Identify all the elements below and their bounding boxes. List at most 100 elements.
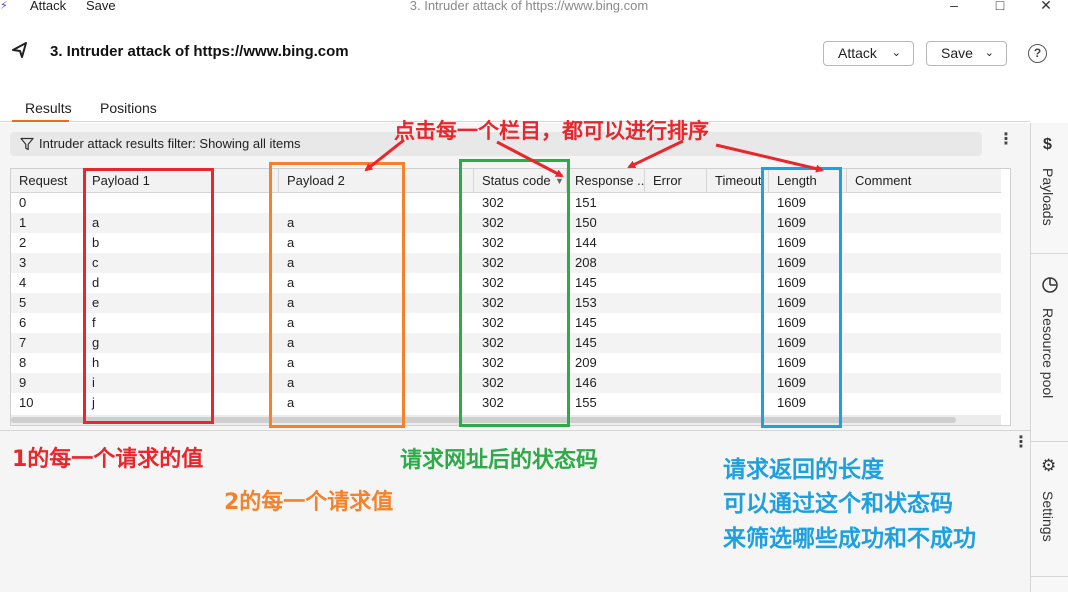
side-panel: $ Payloads Resource pool ⚙ Settings xyxy=(1030,123,1068,592)
cell-length: 1609 xyxy=(777,235,806,250)
cell-response: 209 xyxy=(575,355,597,370)
cell-payload2: a xyxy=(287,215,295,230)
column-header-payload1[interactable]: Payload 1 xyxy=(84,169,279,193)
cell-payload1: j xyxy=(92,395,95,410)
dollar-icon: $ xyxy=(1043,136,1052,153)
cell-comment xyxy=(847,253,855,273)
column-header-comment[interactable]: Comment xyxy=(847,169,1001,193)
tab-positions[interactable]: Positions xyxy=(100,100,157,116)
cell-payload1: h xyxy=(92,355,100,370)
window-title: 3. Intruder attack of https://www.bing.c… xyxy=(409,0,649,13)
cell-payload1: a xyxy=(92,215,100,230)
cell-payload1 xyxy=(84,193,92,213)
cell-error xyxy=(645,253,653,273)
cell-error xyxy=(645,333,653,353)
cell-status-code: 302 xyxy=(482,375,504,390)
payload2-annotation: 2的每一个请求值 xyxy=(224,490,394,515)
length-annotation-line3: 来筛选哪些成功和不成功 xyxy=(723,526,976,552)
cell-request: 2 xyxy=(19,235,27,250)
minimize-icon[interactable]: – xyxy=(944,0,964,13)
cell-status-code: 302 xyxy=(482,395,504,410)
help-icon[interactable]: ? xyxy=(1028,44,1047,63)
cell-payload2: a xyxy=(287,335,295,350)
cell-length: 1609 xyxy=(777,375,806,390)
table-row[interactable]: 8 h a 302 209 1609 xyxy=(11,353,1001,373)
side-tab-payloads-label: Payloads xyxy=(1040,168,1056,226)
cell-response: 150 xyxy=(575,215,597,230)
cell-request: 5 xyxy=(19,295,27,310)
table-body: 0 302 151 1609 1 a a 302 150 1609 2 b a 302 144 1609 3 c a… xyxy=(11,193,1001,413)
cell-timeout xyxy=(707,293,715,313)
tab-results[interactable]: Results xyxy=(12,100,72,122)
cell-comment xyxy=(847,273,855,293)
cell-request: 3 xyxy=(19,255,27,270)
cell-status-code: 302 xyxy=(482,275,504,290)
table-row[interactable]: 7 g a 302 145 1609 xyxy=(11,333,1001,353)
side-tab-payloads[interactable]: $ Payloads xyxy=(1031,133,1068,253)
cell-timeout xyxy=(707,353,715,373)
cell-response: 144 xyxy=(575,235,597,250)
cell-payload2: a xyxy=(287,375,295,390)
side-tab-resource-pool-label: Resource pool xyxy=(1040,308,1056,399)
table-row[interactable]: 2 b a 302 144 1609 xyxy=(11,233,1001,253)
pane-more-icon[interactable]: ⋮ xyxy=(1013,435,1029,451)
cell-request: 1 xyxy=(19,215,27,230)
cell-comment xyxy=(847,373,855,393)
side-tab-settings[interactable]: ⚙ Settings xyxy=(1031,456,1068,566)
cell-status-code: 302 xyxy=(482,355,504,370)
cell-response: 145 xyxy=(575,335,597,350)
save-button[interactable]: Save ⌄ xyxy=(926,41,1007,66)
column-header-status-code[interactable]: Status code ▼ xyxy=(474,169,567,193)
cell-request: 0 xyxy=(19,195,27,210)
maximize-icon[interactable]: □ xyxy=(990,0,1010,13)
attack-button[interactable]: Attack ⌄ xyxy=(823,41,914,66)
table-row[interactable]: 5 e a 302 153 1609 xyxy=(11,293,1001,313)
cell-status-code: 302 xyxy=(482,295,504,310)
side-tab-resource-pool[interactable]: Resource pool xyxy=(1031,273,1068,428)
cell-payload1: g xyxy=(92,335,100,350)
cell-length: 1609 xyxy=(777,315,806,330)
cell-payload2: a xyxy=(287,275,295,290)
side-divider xyxy=(1031,441,1068,442)
horizontal-scrollbar[interactable] xyxy=(11,415,1001,425)
table-row[interactable]: 4 d a 302 145 1609 xyxy=(11,273,1001,293)
filter-more-icon[interactable]: ⋮ xyxy=(998,132,1014,148)
column-header-response[interactable]: Response ... xyxy=(567,169,645,193)
cell-payload1: b xyxy=(92,235,100,250)
cell-payload1: d xyxy=(92,275,100,290)
filter-icon xyxy=(20,137,34,151)
column-header-request[interactable]: Request xyxy=(11,169,84,193)
cell-timeout xyxy=(707,393,715,413)
table-row[interactable]: 9 i a 302 146 1609 xyxy=(11,373,1001,393)
column-header-payload2[interactable]: Payload 2 xyxy=(279,169,474,193)
cell-length: 1609 xyxy=(777,255,806,270)
cell-status-code: 302 xyxy=(482,315,504,330)
pane-divider[interactable] xyxy=(0,430,1030,431)
cell-response: 145 xyxy=(575,315,597,330)
cell-timeout xyxy=(707,373,715,393)
cell-request: 6 xyxy=(19,315,27,330)
column-header-length[interactable]: Length xyxy=(769,169,847,193)
chevron-down-icon: ⌄ xyxy=(891,47,901,59)
cell-payload2 xyxy=(279,193,287,213)
chevron-down-icon: ⌄ xyxy=(984,47,994,59)
cell-length: 1609 xyxy=(777,195,806,210)
close-icon[interactable]: ✕ xyxy=(1036,0,1056,14)
scrollbar-thumb[interactable] xyxy=(11,417,956,423)
column-header-status-label: Status code xyxy=(482,173,551,188)
column-header-error[interactable]: Error xyxy=(645,169,707,193)
cell-payload2: a xyxy=(287,315,295,330)
table-row[interactable]: 10 j a 302 155 1609 xyxy=(11,393,1001,413)
page-title: 3. Intruder attack of https://www.bing.c… xyxy=(50,43,349,60)
table-row[interactable]: 1 a a 302 150 1609 xyxy=(11,213,1001,233)
cell-error xyxy=(645,393,653,413)
length-annotation-line1: 请求返回的长度 xyxy=(723,457,884,483)
table-row[interactable]: 3 c a 302 208 1609 xyxy=(11,253,1001,273)
table-row[interactable]: 0 302 151 1609 xyxy=(11,193,1001,213)
cell-timeout xyxy=(707,233,715,253)
cell-status-code: 302 xyxy=(482,335,504,350)
column-header-timeout[interactable]: Timeout xyxy=(707,169,769,193)
cell-request: 10 xyxy=(19,395,34,410)
cell-response: 146 xyxy=(575,375,597,390)
table-row[interactable]: 6 f a 302 145 1609 xyxy=(11,313,1001,333)
